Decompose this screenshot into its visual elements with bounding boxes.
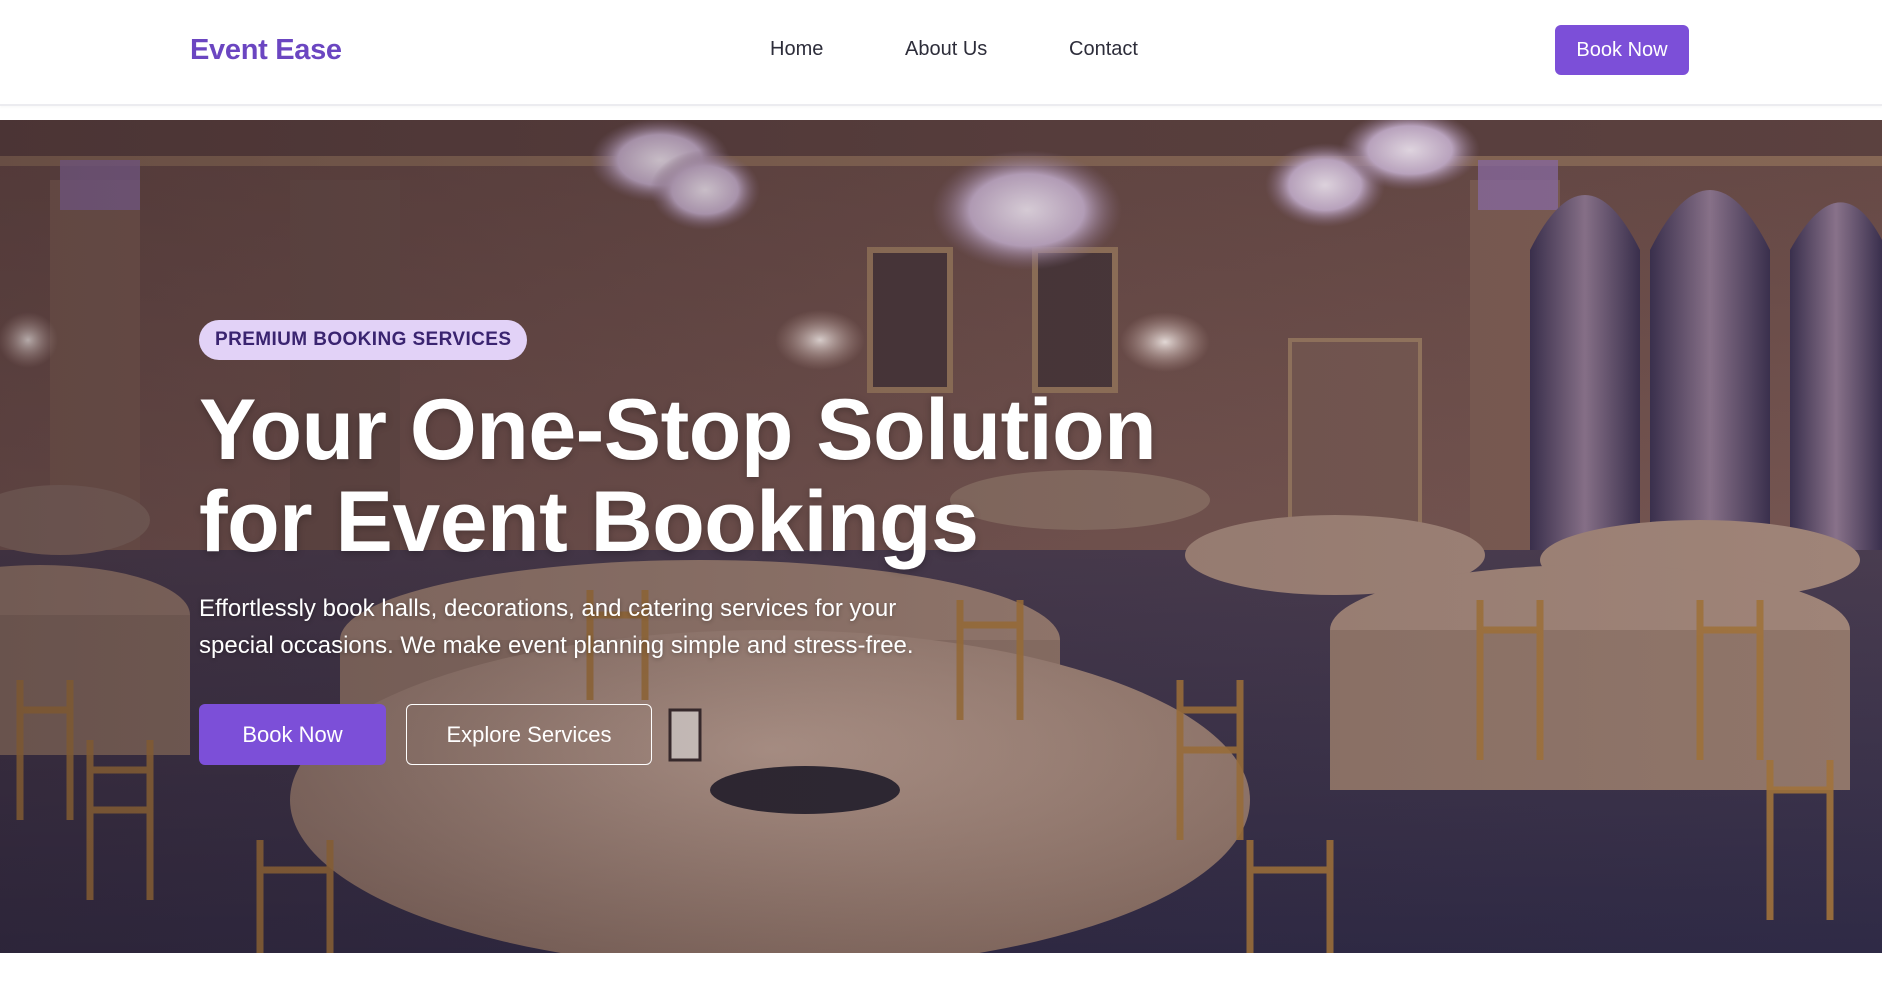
hero-title: Your One-Stop Solution for Event Booking… bbox=[199, 384, 1299, 568]
nav-link-about-us[interactable]: About Us bbox=[905, 38, 987, 61]
explore-services-button[interactable]: Explore Services bbox=[406, 704, 652, 765]
hero-subtitle: Effortlessly book halls, decorations, an… bbox=[199, 590, 999, 664]
nav-link-contact[interactable]: Contact bbox=[1069, 38, 1138, 61]
hero-title-line: Your One-Stop Solution bbox=[199, 382, 1157, 478]
hero-subtitle-line: special occasions. We make event plannin… bbox=[199, 632, 914, 659]
hero-section: PREMIUM BOOKING SERVICES Your One-Stop S… bbox=[0, 120, 1882, 953]
nav-link-home[interactable]: Home bbox=[770, 38, 823, 61]
book-now-hero-button[interactable]: Book Now bbox=[199, 704, 386, 765]
premium-badge: PREMIUM BOOKING SERVICES bbox=[199, 320, 528, 360]
hero-subtitle-line: Effortlessly book halls, decorations, an… bbox=[199, 595, 897, 622]
book-now-nav-button[interactable]: Book Now bbox=[1555, 25, 1689, 75]
hero-title-line: for Event Bookings bbox=[199, 474, 979, 570]
hero-actions: Book Now Explore Services bbox=[199, 704, 1399, 766]
hero-content: PREMIUM BOOKING SERVICES Your One-Stop S… bbox=[199, 320, 1399, 766]
navbar: Event Ease Home About Us Contact Book No… bbox=[0, 0, 1882, 106]
